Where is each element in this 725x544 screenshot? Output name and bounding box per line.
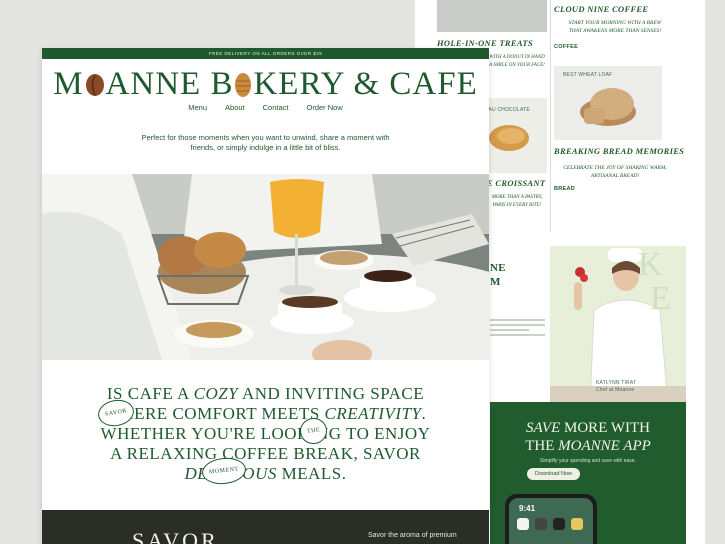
brand-text: ANNE B [105, 66, 234, 102]
cafe-table-illustration [42, 174, 489, 360]
chef-card-watermark: K [638, 246, 667, 283]
app-promo-title-line1: SAVE MORE WITH [526, 420, 650, 436]
card-subtitle: MORE THAN A PASTRY, [491, 195, 543, 200]
nav-contact[interactable]: Contact [263, 103, 289, 112]
column-divider [550, 0, 551, 232]
chef-card: K E KATLYNN TIRAT Chef at Moanne [550, 246, 686, 406]
photos-app-icon[interactable] [517, 518, 529, 530]
section-heading-fragment: NE [490, 262, 506, 274]
footer-subtext: Savor the aroma of premium [368, 532, 457, 539]
hero-image [42, 174, 489, 360]
card-title[interactable]: BREAKING BREAD MEMORIES [554, 146, 684, 156]
phone-mockup: 9:41 [505, 494, 597, 544]
phone-time: 9:41 [519, 504, 536, 513]
chef-card-watermark: E [650, 280, 675, 317]
front-page: FREE DELIVERY ON ALL ORDERS OVER $25 M AN… [42, 48, 489, 544]
app-promo-title-line2: THE MOANNE APP [525, 438, 651, 454]
brand-text: KERY & CAFE [253, 66, 478, 102]
card-title[interactable]: E CROISSANT [487, 178, 545, 188]
brand-letter: M [53, 66, 84, 102]
card-title[interactable]: HOLE-IN-ONE TREATS [437, 38, 533, 48]
card-subtitle: CELEBRATE THE JOY OF SHARING WARM, ARTIS… [563, 165, 667, 179]
phone-app-icons [517, 518, 583, 530]
card-title[interactable]: CLOUD NINE COFFEE [554, 4, 648, 14]
card-subtitle: WITH A DONUT IN HAND [489, 55, 545, 60]
section-heading-fragment: M [490, 276, 501, 288]
coffee-bean-icon [85, 74, 104, 96]
main-nav: Menu About Contact Order Now [42, 103, 489, 112]
croissant-icon [235, 73, 252, 97]
manifesto-line: WHETHER YOU'RE LOOKING TO ENJOY [100, 424, 431, 443]
chef-name: KATLYNN TIRAT [596, 380, 637, 386]
chef-bio-text [490, 316, 545, 356]
nav-about[interactable]: About [225, 103, 245, 112]
card-subtitle: PARIS IN EVERY BITE! [492, 203, 542, 208]
donut-image [437, 0, 547, 32]
clock-app-icon[interactable] [553, 518, 565, 530]
camera-app-icon[interactable] [535, 518, 547, 530]
category-label: BREAD [554, 186, 576, 192]
manifesto-line: A RELAXING COFFEE BREAK, SAVOR [110, 444, 421, 463]
manifesto-text: IS CAFE A COZY AND INVITING SPACE WHERE … [72, 384, 459, 487]
promo-bar: FREE DELIVERY ON ALL ORDERS OVER $25 [42, 48, 489, 59]
hero-tagline: Perfect for those moments when you want … [141, 133, 390, 152]
chef-role: Chef at Moanne [596, 387, 635, 393]
bread-label: BEST WHEAT LOAF [563, 72, 613, 78]
card-subtitle: START YOUR MORNING WITH A BREW THAT AWAK… [568, 20, 662, 34]
app-promo-subtitle: Simplify your spending and save with eas… [540, 458, 636, 464]
nav-order-now[interactable]: Order Now [306, 103, 342, 112]
manifesto-line: IS CAFE A COZY AND INVITING SPACE [106, 384, 425, 403]
footer-heading: SAVOR [132, 528, 219, 544]
notes-app-icon[interactable] [571, 518, 583, 530]
download-now-button[interactable]: Download Now [527, 468, 580, 480]
nav-menu[interactable]: Menu [188, 103, 207, 112]
manifesto-line: DELICIOUS MEALS. [185, 464, 347, 483]
brand-logo[interactable]: M ANNE B KERY & CAFE [42, 66, 489, 103]
category-label: COFFEE [554, 44, 579, 50]
card-subtitle: A SMILE ON YOUR FACE! [489, 63, 545, 68]
phone-screen: 9:41 [509, 498, 593, 544]
